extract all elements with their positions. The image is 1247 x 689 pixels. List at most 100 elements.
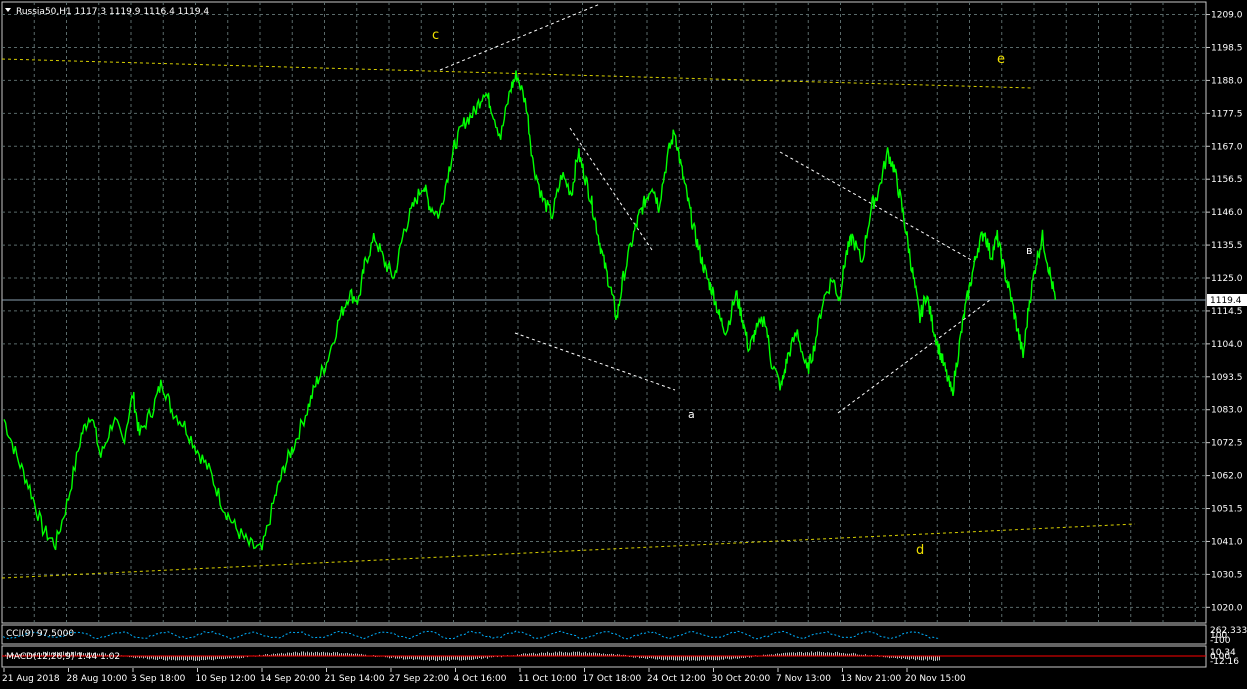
macd-bar — [429, 656, 430, 661]
macd-bar — [419, 656, 420, 660]
price-axis: 1209.0 1198.5 1188.0 1177.5 1167.0 1156.5 1146… — [1206, 11, 1243, 613]
macd-bar — [681, 656, 682, 661]
macd-bar — [669, 656, 670, 660]
price-tick-label: 1156.5 — [1211, 175, 1243, 185]
macd-bar — [461, 656, 462, 661]
macd-bar — [447, 656, 448, 661]
macd-bar — [457, 656, 458, 660]
macd-bar — [929, 656, 930, 660]
macd-bar — [199, 656, 200, 662]
white-trendline-peak[interactable] — [439, 3, 601, 71]
macd-bar — [191, 656, 192, 660]
macd-bar — [171, 656, 172, 661]
macd-bar — [459, 656, 460, 661]
macd-bar — [711, 656, 712, 660]
wave-label-a: a — [688, 408, 695, 421]
current-price-label: 1119.4 — [1210, 296, 1242, 306]
time-axis: 21 Aug 2018 28 Aug 10:00 3 Sep 18:00 10 Sep… — [2, 668, 966, 684]
macd-bar — [931, 656, 932, 660]
price-tick-label: 1188.0 — [1211, 76, 1243, 86]
price-tick-label: 1093.5 — [1211, 373, 1243, 383]
price-tick-label: 1020.0 — [1211, 603, 1243, 613]
macd-bar — [697, 656, 698, 661]
macd-bar — [705, 656, 706, 661]
macd-bar — [437, 656, 438, 662]
macd-bar — [179, 656, 180, 661]
macd-bar — [441, 656, 442, 661]
macd-bar — [679, 656, 680, 661]
macd-bar — [165, 656, 166, 661]
macd-bar — [675, 656, 676, 661]
macd-bar — [183, 656, 184, 661]
macd-bar — [691, 656, 692, 661]
macd-axis-bottom: -12.16 — [1210, 657, 1239, 667]
cci-label: CCI(9) 97.5000 — [6, 629, 74, 639]
macd-bar — [427, 656, 428, 660]
macd-bar — [443, 656, 444, 661]
price-tick-label: 1030.5 — [1211, 570, 1243, 580]
macd-bar — [173, 656, 174, 660]
price-series-line — [3, 70, 1057, 551]
time-tick-label: 28 Aug 10:00 — [67, 674, 128, 684]
macd-bar — [927, 656, 928, 661]
macd-bar — [445, 656, 446, 661]
macd-bar — [415, 656, 416, 660]
macd-bar — [155, 656, 156, 660]
macd-bar — [451, 656, 452, 660]
macd-bar — [455, 656, 456, 660]
macd-bar — [689, 656, 690, 661]
macd-bar — [421, 656, 422, 660]
cci-line — [2, 630, 940, 640]
macd-bar — [703, 656, 704, 661]
time-tick-label: 21 Sep 14:00 — [325, 674, 385, 684]
macd-bar — [169, 656, 170, 660]
time-tick-label: 7 Nov 13:00 — [776, 674, 831, 684]
macd-bar — [683, 656, 684, 662]
macd-bar — [937, 656, 938, 661]
time-tick-label: 3 Sep 18:00 — [131, 674, 186, 684]
wave-label-c: c — [432, 28, 439, 43]
macd-bar — [721, 656, 722, 660]
macd-bar — [203, 656, 204, 661]
macd-bar — [439, 656, 440, 660]
macd-bar — [403, 656, 404, 660]
macd-bar — [471, 656, 472, 660]
macd-bar — [685, 656, 686, 661]
macd-bar — [939, 656, 940, 661]
macd-bar — [909, 656, 910, 660]
upper-yellow-trendline[interactable] — [1, 58, 1033, 89]
chart-canvas[interactable]: c e d a в Russia50,H1 1117.3 1119.9 1116… — [0, 0, 1247, 689]
price-tick-label: 1051.5 — [1211, 505, 1243, 515]
macd-bar — [465, 656, 466, 661]
macd-bar — [661, 656, 662, 660]
white-trendline-lower-b[interactable] — [837, 299, 991, 414]
macd-bar — [189, 656, 190, 660]
macd-bar — [469, 656, 470, 660]
macd-bar — [209, 656, 210, 660]
macd-bar — [205, 656, 206, 661]
macd-bar — [181, 656, 182, 660]
macd-bar — [213, 656, 214, 661]
macd-bar — [201, 656, 202, 661]
time-tick-label: 21 Aug 2018 — [2, 674, 60, 684]
macd-bar — [665, 656, 666, 660]
macd-bar — [695, 656, 696, 661]
cci-window[interactable] — [1, 624, 1207, 645]
macd-bar — [715, 656, 716, 661]
symbol-header: Russia50,H1 1117.3 1119.9 1116.4 1119.4 — [16, 7, 209, 17]
macd-bar — [435, 656, 436, 661]
price-tick-label: 1198.5 — [1211, 43, 1243, 53]
macd-bar — [185, 656, 186, 660]
price-tick-label: 1104.0 — [1211, 340, 1243, 350]
macd-bar — [701, 656, 702, 660]
time-tick-label: 13 Nov 21:00 — [841, 674, 902, 684]
macd-bar — [657, 656, 658, 660]
price-tick-label: 1167.0 — [1211, 142, 1243, 152]
macd-bar — [193, 656, 194, 661]
dropdown-triangle-icon[interactable] — [5, 8, 11, 12]
macd-bar — [723, 656, 724, 660]
macd-bar — [925, 656, 926, 660]
time-tick-label: 30 Oct 20:00 — [712, 674, 771, 684]
white-trendline-lower-a[interactable] — [514, 332, 676, 391]
lower-yellow-trendline[interactable] — [1, 523, 1136, 579]
